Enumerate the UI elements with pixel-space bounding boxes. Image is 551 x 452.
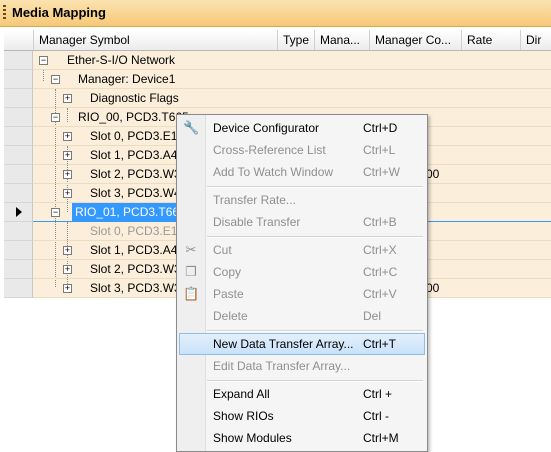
expand-icon[interactable]: + [63,94,72,103]
row-header[interactable] [4,279,33,298]
row-header[interactable] [4,165,33,184]
collapse-icon[interactable]: − [51,75,60,84]
menu-item-paste[interactable]: 📋 Paste Ctrl+V [179,283,425,305]
menu-item-cut[interactable]: ✂ Cut Ctrl+X [179,239,425,261]
tree-node-label: Slot 0, PCD3.E11( [90,129,188,143]
menu-item-edit-data-transfer-array[interactable]: Edit Data Transfer Array... [179,355,425,377]
menu-item-transfer-rate[interactable]: Transfer Rate... [179,189,425,211]
paste-icon: 📋 [183,286,200,301]
expand-icon[interactable]: + [63,246,72,255]
expand-icon[interactable]: + [63,151,72,160]
tree-node-label: Slot 0, PCD3.E11( [90,224,188,238]
row-header[interactable] [4,203,33,222]
tree-node-label: RIO_00, PCD3.T665 [78,110,189,124]
row-header[interactable] [4,260,33,279]
expand-icon[interactable]: + [63,132,72,141]
row-header-corner [4,30,33,50]
menu-item-disable-transfer[interactable]: Disable Transfer Ctrl+B [179,211,425,233]
menu-item-add-to-watch-window[interactable]: Add To Watch Window Ctrl+W [179,161,425,183]
collapse-icon[interactable]: − [51,113,60,122]
row-header[interactable] [4,108,33,127]
menu-item-delete[interactable]: Delete Del [179,305,425,327]
col-dir[interactable]: Dir [520,30,551,50]
row-header[interactable] [4,89,33,108]
tree-node-label: Manager: Device1 [78,72,176,86]
col-manager[interactable]: Mana... [314,30,369,50]
collapse-icon[interactable]: − [39,56,48,65]
table-row[interactable]: − Ether-S-I/O Network [4,51,551,70]
table-row[interactable]: − Manager: Device1 [4,70,551,89]
menu-item-copy[interactable]: ❐ Copy Ctrl+C [179,261,425,283]
row-header[interactable] [4,70,33,89]
tree-node-label: Slot 3, PCD3.W40 [90,186,188,200]
scissors-icon: ✂ [185,242,197,257]
collapse-icon[interactable]: − [51,208,60,217]
tree-node-label: Slot 1, PCD3.A40( [90,148,189,162]
tree-node-label: Slot 1, PCD3.A40( [90,243,189,257]
tree-node-label: Slot 2, PCD3.W30 [90,262,188,276]
tree-node-label: Diagnostic Flags [90,91,179,105]
row-header[interactable] [4,241,33,260]
manager-comment-value: 00 [426,281,440,295]
title-bar: Media Mapping [0,0,551,27]
row-header[interactable] [4,146,33,165]
panel-title: Media Mapping [12,5,106,20]
menu-separator [207,236,423,238]
row-header[interactable] [4,127,33,146]
col-manager-comment[interactable]: Manager Co... [369,30,461,50]
col-rate[interactable]: Rate [461,30,520,50]
menu-item-expand-all[interactable]: Expand All Ctrl + [179,383,425,405]
menu-separator [207,380,423,382]
table-row[interactable]: + Diagnostic Flags [4,89,551,108]
col-manager-symbol[interactable]: Manager Symbol [33,30,277,50]
tree-node-label: RIO_01, PCD3.T66( [75,205,184,219]
expand-icon[interactable]: + [63,189,72,198]
col-type[interactable]: Type [277,30,314,50]
row-header[interactable] [4,184,33,203]
wrench-icon: 🔧 [183,120,200,135]
menu-item-show-rios[interactable]: Show RIOs Ctrl - [179,405,425,427]
expand-icon[interactable]: + [63,284,72,293]
copy-icon: ❐ [185,264,197,279]
grid-header: Manager Symbol Type Mana... Manager Co..… [4,30,551,51]
menu-item-show-modules[interactable]: Show Modules Ctrl+M [179,427,425,449]
row-header[interactable] [4,51,33,70]
menu-item-device-configurator[interactable]: 🔧 Device Configurator Ctrl+D [179,117,425,139]
manager-comment-value: 00 [426,167,440,181]
tree-node-label: Slot 2, PCD3.W34 [90,167,188,181]
expand-icon[interactable]: + [63,265,72,274]
menu-separator [207,330,423,332]
current-row-arrow-icon [16,207,22,217]
tree-node-label: Slot 3, PCD3.W34 [90,281,188,295]
menu-item-new-data-transfer-array[interactable]: New Data Transfer Array... Ctrl+T [179,333,425,355]
tree-node-label: Ether-S-I/O Network [67,53,176,67]
menu-separator [207,186,423,188]
context-menu: 🔧 Device Configurator Ctrl+D Cross-Refer… [176,114,428,452]
grip-handle[interactable] [3,5,6,21]
expand-icon[interactable]: + [63,170,72,179]
row-header[interactable] [4,222,33,241]
menu-item-cross-reference-list[interactable]: Cross-Reference List Ctrl+L [179,139,425,161]
